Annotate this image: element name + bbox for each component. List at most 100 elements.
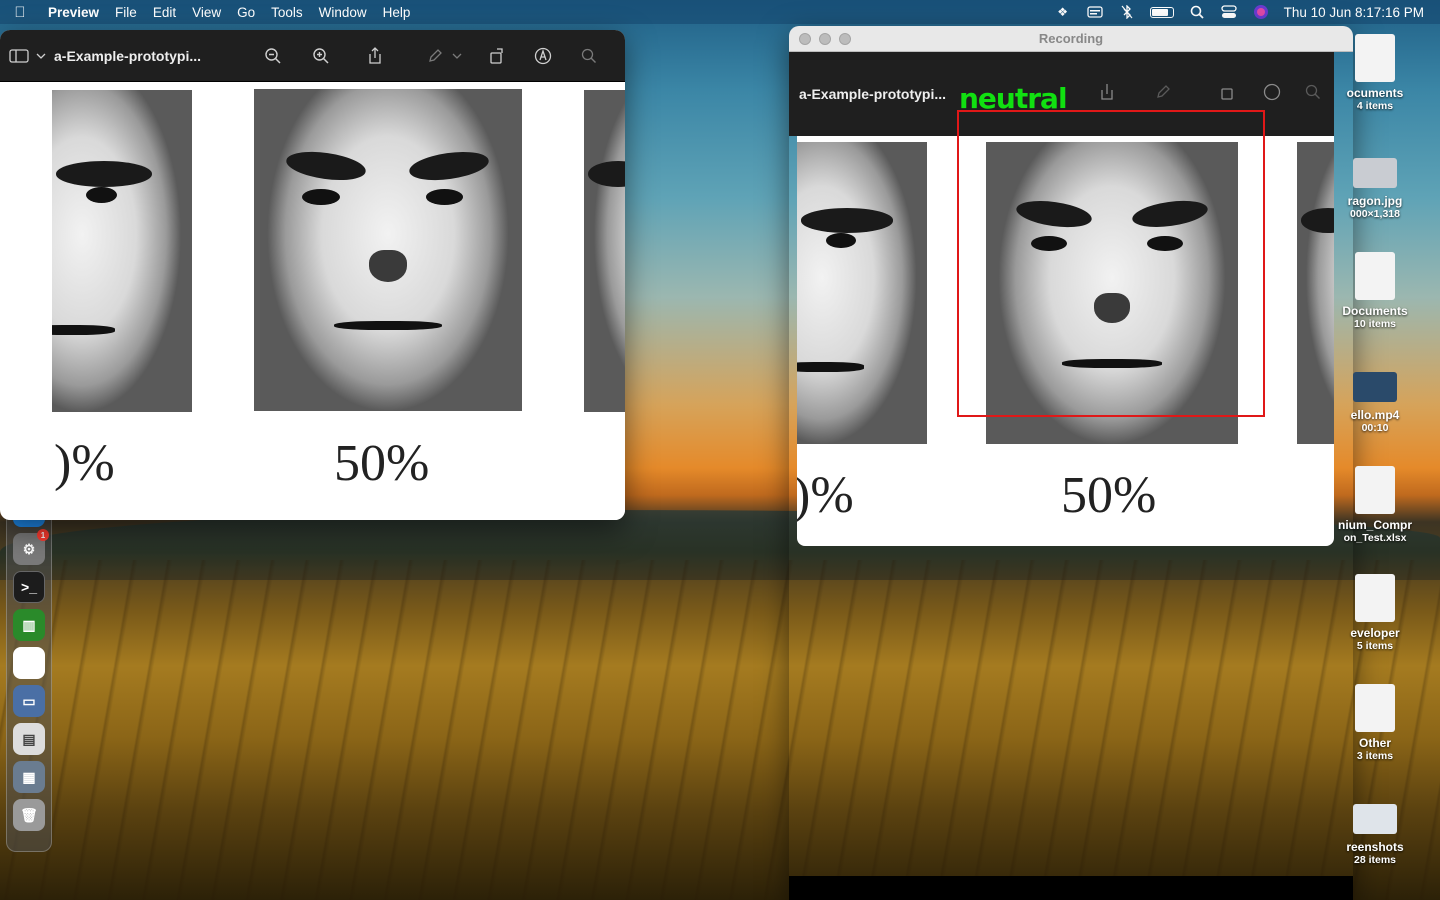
menu-help[interactable]: Help bbox=[375, 5, 419, 20]
recording-window: Recording a-Example-prototypi...)% 50% … bbox=[789, 26, 1353, 900]
dock-terminal-icon[interactable]: >_ bbox=[13, 571, 45, 603]
percent-label-center: 50% bbox=[334, 435, 430, 492]
rotate-icon[interactable] bbox=[482, 42, 512, 70]
desktop-icon-name: ocuments bbox=[1346, 86, 1404, 100]
dock-folder-stack-icon[interactable]: ▤ bbox=[13, 723, 45, 755]
desktop-icon-info: 000×1,318 bbox=[1350, 208, 1400, 220]
desktop-icon[interactable]: ocuments 4 items bbox=[1330, 34, 1420, 112]
file-thumbnail-icon bbox=[1353, 372, 1397, 402]
recording-titlebar: Recording bbox=[789, 26, 1353, 52]
markup-chevron-icon[interactable] bbox=[450, 42, 464, 70]
desktop-icon[interactable]: eveloper 5 items bbox=[1330, 574, 1420, 652]
dock-preview-icon[interactable]: ▭ bbox=[13, 685, 45, 717]
face-image-center bbox=[254, 89, 522, 411]
dock-system-preferences-icon[interactable]: ⚙ 1 bbox=[13, 529, 49, 565]
zoom-in-icon[interactable] bbox=[306, 42, 336, 70]
desktop-icon-info: 00:10 bbox=[1361, 422, 1389, 434]
face-image-left bbox=[52, 90, 192, 412]
recording-feed: a-Example-prototypi...)% 50% neutral bbox=[789, 52, 1353, 900]
dock-glyph: ▤ bbox=[22, 730, 36, 747]
sidebar-toggle-icon[interactable] bbox=[4, 42, 34, 70]
minimize-button[interactable] bbox=[819, 32, 831, 45]
desktop-icon[interactable]: ello.mp4 00:10 bbox=[1330, 360, 1420, 434]
zoom-out-icon[interactable] bbox=[258, 42, 288, 70]
menu-window[interactable]: Window bbox=[311, 5, 375, 20]
siri-icon[interactable] bbox=[1252, 5, 1270, 19]
menu-bar:  Preview File Edit View Go Tools Window… bbox=[0, 0, 1440, 24]
menu-tools[interactable]: Tools bbox=[263, 5, 311, 20]
desktop-icon-name: Other bbox=[1358, 736, 1391, 750]
captured-face-right bbox=[1297, 142, 1334, 444]
search-icon[interactable] bbox=[574, 42, 604, 70]
face-detection-box bbox=[957, 110, 1265, 417]
dock-trash-icon[interactable]: 🗑 bbox=[13, 799, 45, 831]
menu-file[interactable]: File bbox=[107, 5, 145, 20]
desktop-icon-name: Documents bbox=[1342, 304, 1408, 318]
control-center-icon[interactable] bbox=[1220, 5, 1238, 19]
battery-icon[interactable] bbox=[1149, 6, 1174, 18]
desktop-icon-name: ragon.jpg bbox=[1347, 194, 1403, 208]
share-icon[interactable] bbox=[360, 42, 390, 70]
app-menu-preview[interactable]: Preview bbox=[40, 5, 107, 20]
zoom-button[interactable] bbox=[839, 32, 851, 45]
keyboard-status-icon[interactable] bbox=[1086, 5, 1104, 19]
desktop-icon[interactable]: ragon.jpg 000×1,318 bbox=[1330, 146, 1420, 220]
desktop-icon[interactable]: reenshots 28 items bbox=[1330, 792, 1420, 866]
desktop-icon-name: nium_Compr bbox=[1337, 518, 1412, 532]
desktop-icon[interactable]: nium_Compr on_Test.xlsx bbox=[1330, 466, 1420, 544]
markup-pen-icon[interactable] bbox=[420, 42, 450, 70]
preview-toolbar: a-Example-prototypi... bbox=[0, 30, 625, 82]
bluetooth-off-icon[interactable] bbox=[1118, 5, 1136, 19]
menu-go[interactable]: Go bbox=[229, 5, 263, 20]
dock-glyph: 🗑 bbox=[20, 806, 38, 823]
file-thumbnail-icon bbox=[1353, 804, 1397, 834]
notification-badge: 1 bbox=[37, 529, 49, 541]
file-thumbnail-icon bbox=[1355, 574, 1395, 622]
captured-annotate-icon bbox=[1263, 83, 1281, 106]
captured-percent-left: )% bbox=[797, 467, 854, 524]
apple-menu-icon[interactable]:  bbox=[0, 4, 40, 21]
dock-memory-icon[interactable]: ▥ bbox=[13, 609, 45, 641]
desktop-icon-info: 5 items bbox=[1356, 640, 1394, 652]
percent-label-left: )% bbox=[54, 435, 115, 492]
file-thumbnail-icon bbox=[1353, 158, 1397, 188]
desktop-icon-info: 3 items bbox=[1356, 750, 1394, 762]
close-button[interactable] bbox=[799, 32, 811, 45]
dock-screenshots-stack-icon[interactable]: ▦ bbox=[13, 761, 45, 793]
desktop-icon-info: 4 items bbox=[1356, 100, 1394, 112]
dock-glyph: ▥ bbox=[22, 616, 36, 633]
file-thumbnail-icon bbox=[1355, 252, 1395, 300]
menu-datetime[interactable]: Thu 10 Jun 8:17:16 PM bbox=[1284, 5, 1424, 20]
document-title: a-Example-prototypi... bbox=[54, 47, 202, 64]
document-canvas[interactable]: )% 50% bbox=[52, 82, 625, 520]
captured-face-left bbox=[797, 142, 927, 444]
menu-view[interactable]: View bbox=[184, 5, 229, 20]
captured-percent-center: 50% bbox=[1061, 467, 1157, 524]
annotate-icon[interactable] bbox=[528, 42, 558, 70]
menu-edit[interactable]: Edit bbox=[145, 5, 184, 20]
dock-glyph: ▭ bbox=[22, 692, 36, 709]
captured-document-title: a-Example-prototypi... bbox=[799, 86, 947, 102]
captured-search-icon bbox=[1305, 84, 1321, 105]
desktop-icon[interactable]: Other 3 items bbox=[1330, 684, 1420, 762]
dock-document-icon[interactable] bbox=[13, 647, 45, 679]
file-thumbnail-icon bbox=[1355, 34, 1395, 82]
desktop-icon[interactable]: Documents 10 items bbox=[1330, 252, 1420, 330]
desktop-icon-info: 28 items bbox=[1353, 854, 1397, 866]
dock-glyph: ⚙ bbox=[22, 540, 36, 557]
captured-rotate-icon bbox=[1219, 83, 1237, 106]
preview-window: a-Example-prototypi...)% 50% bbox=[0, 30, 625, 520]
desktop-icon-name: eveloper bbox=[1350, 626, 1400, 640]
feather-status-icon[interactable]: ❖ bbox=[1054, 5, 1072, 19]
desktop-icon-info: 10 items bbox=[1353, 318, 1397, 330]
desktop-icon-info: on_Test.xlsx bbox=[1343, 532, 1407, 544]
spotlight-search-icon[interactable] bbox=[1188, 5, 1206, 19]
desktop-icon-name: ello.mp4 bbox=[1350, 408, 1400, 422]
file-thumbnail-icon bbox=[1355, 466, 1395, 514]
desktop-icon-name: reenshots bbox=[1346, 840, 1404, 854]
chevron-down-icon[interactable] bbox=[34, 42, 48, 70]
captured-markup-icon bbox=[1155, 84, 1171, 105]
recording-bottom-bar bbox=[789, 876, 1353, 900]
file-thumbnail-icon bbox=[1355, 684, 1395, 732]
emotion-label: neutral bbox=[959, 82, 1068, 115]
